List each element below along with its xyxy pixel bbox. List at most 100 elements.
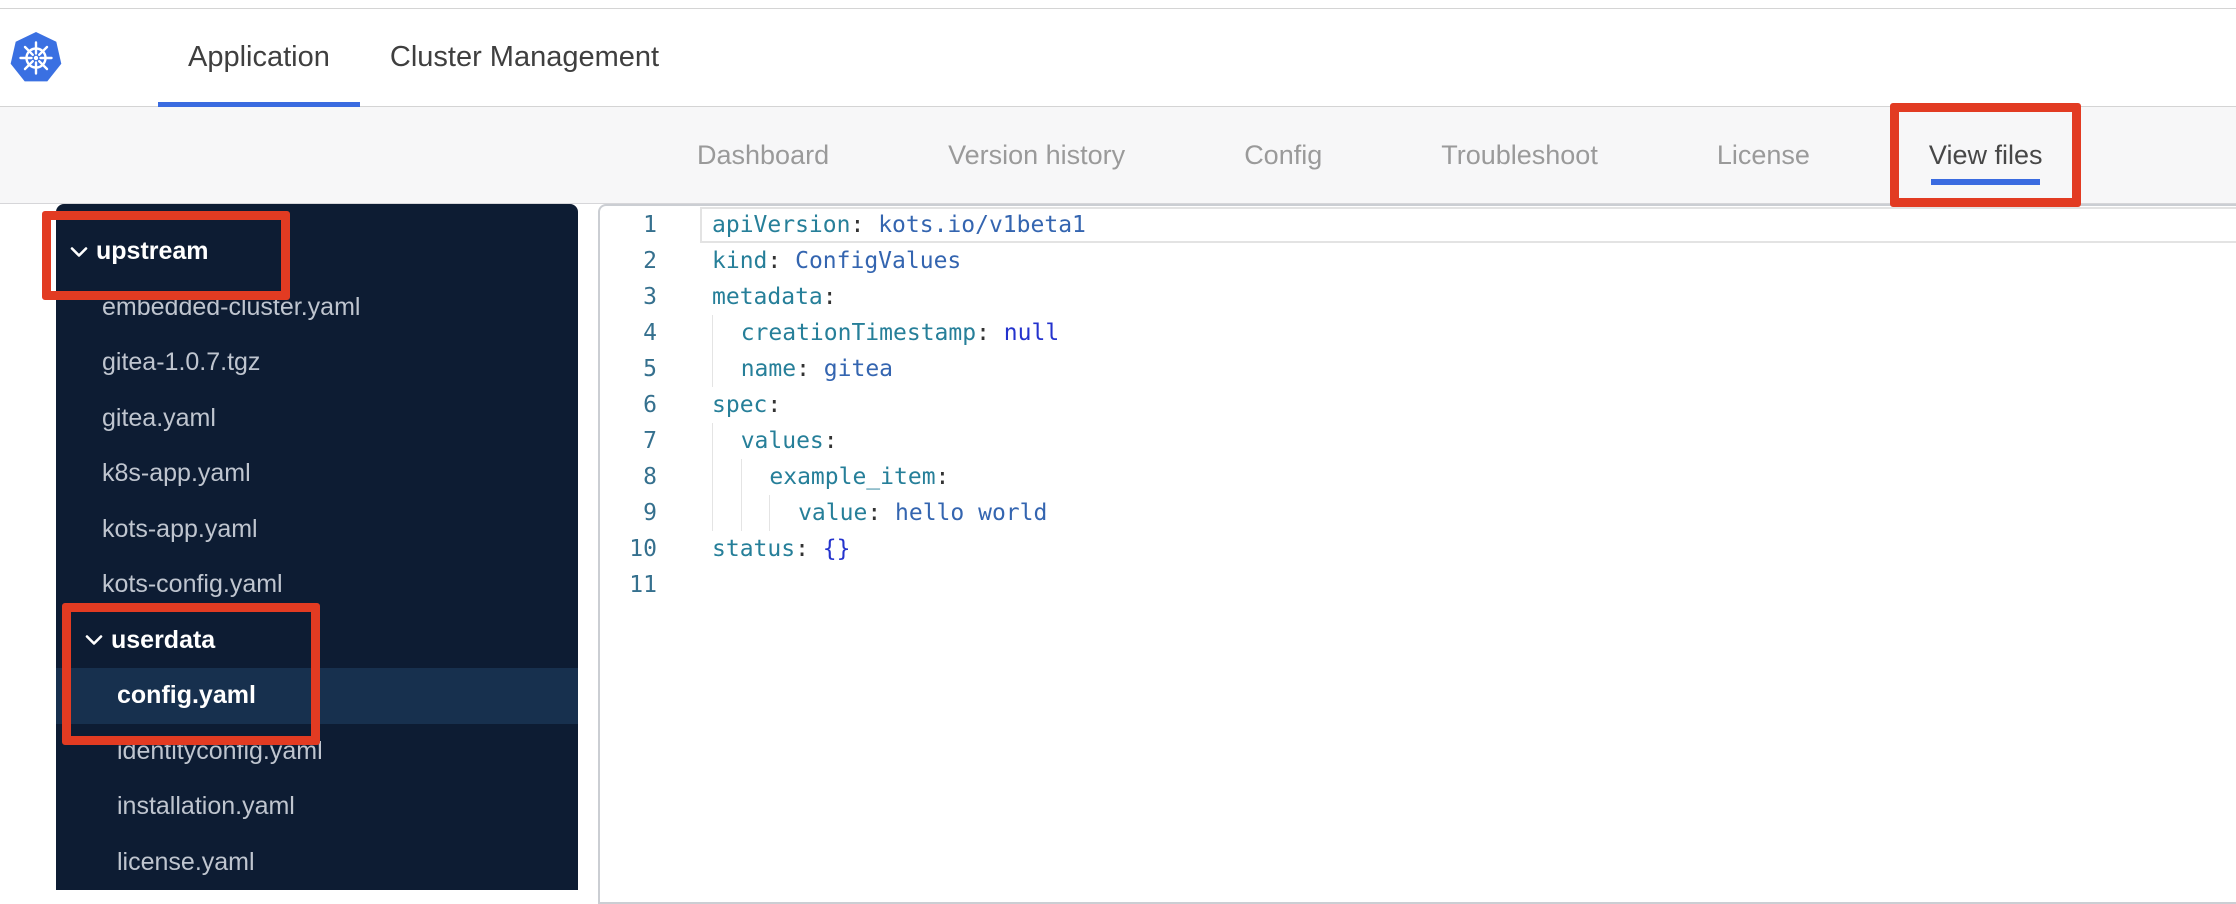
token-pun: :: [767, 392, 782, 418]
token-key: example_item: [769, 464, 936, 490]
tree-folder-upstream[interactable]: upstream: [56, 224, 578, 280]
tree-item-label: gitea.yaml: [102, 403, 216, 432]
token-pun: :: [795, 536, 823, 562]
line-number: 1: [643, 212, 657, 238]
tree-item-label: userdata: [111, 625, 216, 654]
tree-item-label: gitea-1.0.7.tgz: [102, 348, 261, 377]
tree-item-label: kots-config.yaml: [102, 570, 283, 599]
kubernetes-logo-icon: [10, 31, 62, 81]
editor-line[interactable]: 11: [600, 567, 2236, 603]
chevron-down-icon: [85, 634, 103, 646]
tree-file-installation.yaml[interactable]: installation.yaml: [56, 779, 578, 835]
tree-item-label: license.yaml: [117, 847, 255, 876]
indent-guide: [740, 495, 770, 531]
subnav-tab-license[interactable]: License: [1717, 107, 1810, 203]
line-number: 8: [643, 464, 657, 490]
tree-item-label: kots-app.yaml: [102, 514, 258, 543]
code-line-content: name: gitea: [700, 351, 2236, 387]
editor-line[interactable]: 3 metadata:: [600, 279, 2236, 315]
subnav-tab-view-files[interactable]: View files: [1889, 103, 2082, 207]
editor-line[interactable]: 2 kind: ConfigValues: [600, 243, 2236, 279]
tree-folder-userdata[interactable]: userdata: [56, 613, 578, 669]
chevron-down-icon: [85, 635, 103, 646]
token-val: ConfigValues: [795, 248, 962, 274]
kubernetes-logo: [0, 9, 63, 106]
line-number: 2: [643, 248, 657, 274]
token-pun: :: [935, 464, 950, 490]
line-number: 3: [643, 284, 657, 310]
subnav-tab-version-history[interactable]: Version history: [948, 107, 1125, 203]
token-key: metadata: [712, 284, 823, 310]
code-line-content: creationTimestamp: null: [700, 315, 2236, 351]
token-pun: :: [823, 428, 838, 454]
subnav-tab-config[interactable]: Config: [1244, 107, 1322, 203]
subnav-tabs: Dashboard Version history Config Troublesho…: [0, 103, 2236, 207]
tree-item-label: k8s-app.yaml: [102, 459, 251, 488]
indent-guide: [712, 495, 741, 531]
indent-guide: [769, 495, 798, 531]
tree-file-k8s-app.yaml[interactable]: k8s-app.yaml: [56, 446, 578, 502]
token-pun: :: [796, 356, 824, 382]
token-pun: :: [822, 284, 837, 310]
tree-file-identityconfig.yaml[interactable]: identityconfig.yaml: [56, 724, 578, 780]
tree-file-license.yaml[interactable]: license.yaml: [56, 835, 578, 891]
main-content: upstream embedded-cluster.yaml gitea-1.0.7…: [0, 204, 2236, 904]
editor-line[interactable]: 1 apiVersion: kots.io/v1beta1: [600, 207, 2236, 243]
tree-item-label: upstream: [96, 237, 209, 266]
token-key: status: [712, 536, 796, 562]
editor-line[interactable]: 9 value: hello world: [600, 495, 2236, 531]
token-kw: null: [1003, 320, 1060, 346]
token-pun: :: [767, 248, 796, 274]
editor-line[interactable]: 10 status: {}: [600, 531, 2236, 567]
token-key: value: [798, 500, 868, 526]
header-tab-cluster-management[interactable]: Cluster Management: [360, 9, 689, 106]
tree-item-label: config.yaml: [117, 681, 256, 710]
code-line-content: value: hello world: [700, 495, 2236, 531]
header-tab-application[interactable]: Application: [158, 9, 360, 107]
header-tabs: Application Cluster Management: [63, 9, 689, 107]
code-line-content: metadata:: [700, 279, 2236, 315]
token-key: kind: [712, 248, 768, 274]
token-pun: :: [850, 212, 879, 238]
line-number: 6: [643, 392, 657, 418]
token-key: spec: [712, 392, 768, 418]
line-number: 10: [629, 536, 657, 562]
editor-line[interactable]: 6 spec:: [600, 387, 2236, 423]
editor-line[interactable]: 5 name: gitea: [600, 351, 2236, 387]
tree-file-embedded-cluster.yaml[interactable]: embedded-cluster.yaml: [56, 280, 578, 336]
token-val: kots.io/v1beta1: [878, 212, 1086, 238]
indent-guide: [712, 423, 741, 459]
line-number: 4: [643, 320, 657, 346]
tree-file-gitea.yaml[interactable]: gitea.yaml: [56, 391, 578, 447]
editor-line[interactable]: 4 creationTimestamp: null: [600, 315, 2236, 351]
subnav-tab-dashboard[interactable]: Dashboard: [697, 107, 829, 203]
tree-file-config.yaml[interactable]: config.yaml: [56, 668, 578, 724]
tree-item-label: installation.yaml: [117, 792, 295, 821]
code-line-content: apiVersion: kots.io/v1beta1: [700, 207, 2236, 243]
window-top-divider: [0, 0, 2236, 9]
indent-guide: [712, 351, 741, 387]
token-pun: :: [867, 500, 896, 526]
tree-file-gitea-1.0.7.tgz[interactable]: gitea-1.0.7.tgz: [56, 335, 578, 391]
line-number: 11: [629, 572, 657, 598]
app-subnav: Dashboard Version history Config Troublesho…: [0, 103, 2236, 207]
editor-line[interactable]: 7 values:: [600, 423, 2236, 459]
code-editor[interactable]: 1 apiVersion: kots.io/v1beta1 2 kind: Confi…: [598, 204, 2236, 904]
tree-file-kots-config.yaml[interactable]: kots-config.yaml: [56, 557, 578, 613]
code-line-content: kind: ConfigValues: [700, 243, 2236, 279]
token-key: apiVersion: [712, 212, 851, 238]
subnav-tab-troubleshoot[interactable]: Troubleshoot: [1441, 107, 1598, 203]
line-number: 9: [643, 500, 657, 526]
token-kw: {}: [822, 536, 851, 562]
tree-file-kots-app.yaml[interactable]: kots-app.yaml: [56, 502, 578, 558]
indent-guide: [740, 459, 770, 495]
code-line-content: [700, 567, 2236, 603]
code-line-content: status: {}: [700, 531, 2236, 567]
code-line-content: spec:: [700, 387, 2236, 423]
editor-line[interactable]: 8 example_item:: [600, 459, 2236, 495]
app-header: Application Cluster Management: [0, 9, 2236, 107]
token-key: name: [740, 356, 797, 382]
chevron-down-icon: [70, 246, 88, 258]
line-number: 7: [643, 428, 657, 454]
indent-guide: [712, 315, 741, 351]
